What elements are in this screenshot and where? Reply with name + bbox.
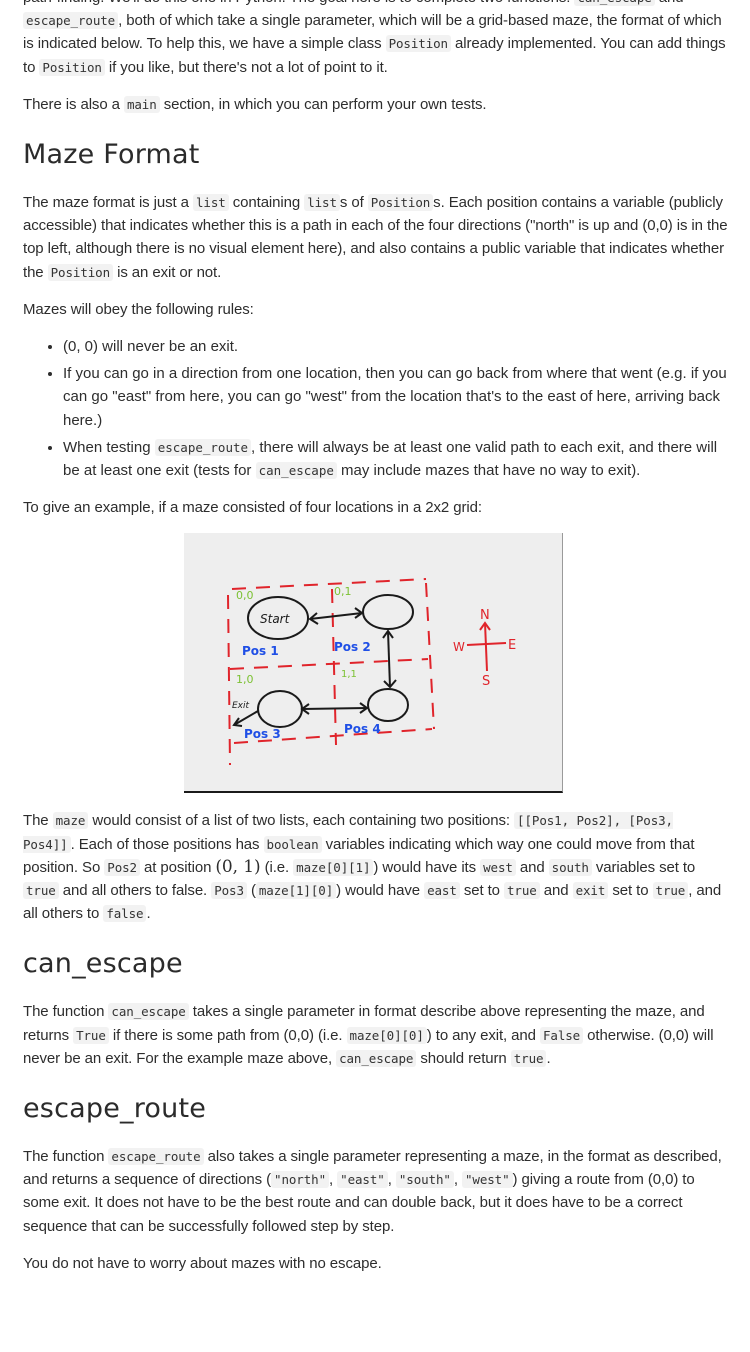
code-maze-index: maze[0][1] xyxy=(293,858,374,876)
compass-south: S xyxy=(482,674,490,689)
example-intro: To give an example, if a maze consisted … xyxy=(23,499,482,517)
maze-example-paragraph: The maze would consist of a list of two … xyxy=(23,812,722,923)
can-escape-paragraph: The function can_escape takes a single p… xyxy=(23,1003,714,1067)
math-coordinate: (0, 1) xyxy=(215,856,261,877)
compass-labels: N E S W xyxy=(453,608,516,689)
code-can-escape: can_escape xyxy=(108,1003,189,1021)
code-south: "south" xyxy=(395,1171,454,1189)
node-pos4 xyxy=(367,688,409,723)
code-east: east xyxy=(424,882,460,900)
start-label: Start xyxy=(260,612,291,626)
pos1-label: Pos 1 xyxy=(242,644,279,658)
coord-0-0: 0,0 xyxy=(236,589,254,602)
grid-vertical-middle xyxy=(331,589,337,746)
code-west: west xyxy=(480,858,516,876)
grid-top-edge xyxy=(231,578,427,591)
escape-route-paragraph: The function escape_route also takes a s… xyxy=(23,1148,722,1235)
code-south: south xyxy=(548,858,592,876)
rules-intro: Mazes will obey the following rules: xyxy=(23,300,254,318)
code-pos3: Pos3 xyxy=(211,882,247,900)
maze-diagram-image: N E S W 0,0 0,1 1,0 1,1 Start Exit Pos 1 xyxy=(184,533,563,794)
code-maze-index: maze[1][0] xyxy=(255,882,337,900)
maze-format-paragraph: The maze format is just a list containin… xyxy=(23,194,728,281)
code-position: Position xyxy=(47,263,114,281)
code-true: True xyxy=(73,1026,109,1044)
compass-vertical xyxy=(484,623,488,672)
maze-diagram: N E S W 0,0 0,1 1,0 1,1 Start Exit Pos 1 xyxy=(227,578,516,766)
code-list: list xyxy=(192,194,229,212)
grid-horizontal-middle xyxy=(229,658,429,671)
edge-exit xyxy=(233,710,259,727)
code-boolean: boolean xyxy=(263,835,322,853)
rule-item: When testing escape_route, there will al… xyxy=(63,436,728,482)
pos3-label: Pos 3 xyxy=(244,727,281,741)
coord-0-1: 0,1 xyxy=(334,585,352,598)
code-exit: exit xyxy=(572,882,609,900)
compass-icon xyxy=(466,621,507,672)
code-true: true xyxy=(510,1049,547,1067)
heading-can-escape: can_escape xyxy=(23,948,183,980)
edge-pos2-pos4 xyxy=(387,631,391,688)
position-labels: Pos 1 Pos 2 Pos 3 Pos 4 xyxy=(242,640,381,741)
rule-item: If you can go in a direction from one lo… xyxy=(63,362,728,432)
edge-start-pos2 xyxy=(309,612,363,621)
compass-west: W xyxy=(453,640,465,654)
code-west: "west" xyxy=(461,1171,513,1189)
code-true: true xyxy=(652,882,689,900)
pos2-label: Pos 2 xyxy=(334,640,371,654)
compass-east: E xyxy=(508,638,516,653)
code-can-escape: can_escape xyxy=(574,0,655,6)
coord-1-0: 1,0 xyxy=(236,673,254,686)
code-true: true xyxy=(23,882,59,900)
code-escape-route: escape_route xyxy=(23,12,119,30)
code-east: "east" xyxy=(337,1171,388,1189)
code-escape-route: escape_route xyxy=(108,1148,204,1166)
code-position: Position xyxy=(367,194,434,212)
grid-left-edge xyxy=(227,595,231,766)
code-maze: maze xyxy=(52,812,89,830)
code-can-escape: can_escape xyxy=(255,462,337,480)
node-pos2 xyxy=(362,594,414,631)
exit-label: Exit xyxy=(232,701,250,711)
assignment-document: path-finding. We'll do this one in Pytho… xyxy=(23,0,728,1289)
node-pos3 xyxy=(257,690,303,729)
rule-item: (0, 0) will never be an exit. xyxy=(63,335,728,358)
code-list: list xyxy=(304,194,340,212)
rules-list: (0, 0) will never be an exit. If you can… xyxy=(23,335,728,482)
grid-right-edge xyxy=(425,583,435,730)
code-position: Position xyxy=(385,35,451,53)
code-pos2: Pos2 xyxy=(104,858,140,876)
heading-maze-format: Maze Format xyxy=(23,139,200,171)
code-true: true xyxy=(504,882,540,900)
compass-north: N xyxy=(480,608,490,623)
code-false: false xyxy=(103,905,147,923)
code-escape-route: escape_route xyxy=(154,438,252,456)
code-false: False xyxy=(539,1026,584,1044)
code-can-escape: can_escape xyxy=(336,1049,417,1067)
coord-1-1: 1,1 xyxy=(341,669,357,680)
pos4-label: Pos 4 xyxy=(344,722,381,736)
intro-paragraph: path-finding. We'll do this one in Pytho… xyxy=(23,0,728,79)
code-main: main xyxy=(123,95,160,113)
code-position: Position xyxy=(39,58,105,76)
code-maze-index: maze[0][0] xyxy=(346,1026,427,1044)
code-north: "north" xyxy=(271,1171,329,1189)
no-escape-note: You do not have to worry about mazes wit… xyxy=(23,1254,382,1272)
maze-figure-container: N E S W 0,0 0,1 1,0 1,1 Start Exit Pos 1 xyxy=(23,533,728,794)
edge-pos3-pos4 xyxy=(301,707,368,711)
heading-escape-route: escape_route xyxy=(23,1093,207,1125)
main-section-paragraph: There is also a main section, in which y… xyxy=(23,95,487,113)
